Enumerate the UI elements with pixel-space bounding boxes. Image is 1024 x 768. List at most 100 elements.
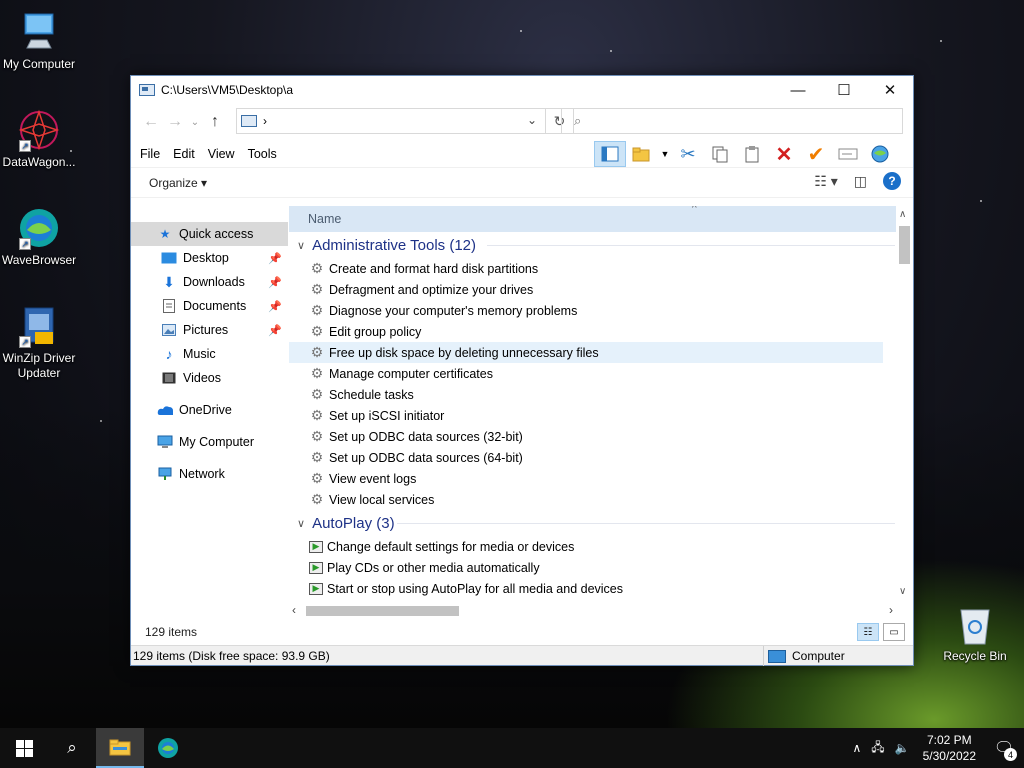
nav-item-network[interactable]: Network [131, 462, 288, 486]
list-item[interactable]: ⚙ Edit group policy [289, 321, 883, 342]
details-view-button[interactable]: ☷ [857, 623, 879, 641]
list-item[interactable]: ⚙ Set up ODBC data sources (32-bit) [289, 426, 883, 447]
status-text: 129 items (Disk free space: 93.9 GB) [133, 648, 330, 663]
recent-locations-chevron-icon[interactable]: ⌄ [187, 117, 203, 128]
organize-button[interactable]: Organize ▾ [149, 176, 207, 190]
cut-icon[interactable]: ✂ [672, 141, 704, 167]
menu-tools[interactable]: Tools [248, 147, 277, 161]
scroll-down-arrow-icon[interactable]: ∨ [899, 586, 906, 597]
nav-item-documents[interactable]: Documents 📌 [131, 294, 288, 318]
notification-center-button[interactable]: 🗨 4 [984, 728, 1024, 768]
nav-item-pictures[interactable]: Pictures 📌 [131, 318, 288, 342]
horizontal-scrollbar[interactable]: ‹ › [289, 603, 896, 619]
item-label: View event logs [329, 471, 417, 486]
desktop-icon-datawagon[interactable]: ↗ DataWagon... [0, 108, 78, 170]
admin-tool-gear-icon: ⚙ [310, 281, 324, 297]
vertical-scrollbar[interactable]: ∧ ∨ [896, 206, 913, 603]
group-header[interactable]: ∨ Administrative Tools (12) [289, 232, 913, 258]
chevron-down-icon[interactable]: ∨ [297, 517, 305, 530]
list-item[interactable]: ⚙ Manage computer certificates [289, 363, 883, 384]
delete-icon[interactable]: ✕ [768, 141, 800, 167]
vertical-scroll-thumb[interactable] [899, 226, 910, 264]
pin-icon[interactable]: 📌 [268, 324, 282, 337]
pin-icon[interactable]: 📌 [268, 276, 282, 289]
copy-icon[interactable] [704, 141, 736, 167]
list-item-hovered[interactable]: ⚙ Free up disk space by deleting unnecess… [289, 342, 883, 363]
desktop-icon-recycle-bin[interactable]: Recycle Bin [936, 602, 1014, 664]
maximize-button[interactable]: ☐ [821, 76, 867, 104]
view-options-icon[interactable]: ☷ ▾ [814, 173, 837, 190]
nav-item-onedrive[interactable]: OneDrive [131, 398, 288, 422]
rename-icon[interactable] [832, 141, 864, 167]
close-button[interactable]: ✕ [867, 76, 913, 104]
nav-label: Videos [183, 371, 221, 385]
search-icon[interactable]: ⌕ [48, 728, 96, 768]
group-header[interactable]: ∨ AutoPlay (3) [289, 510, 913, 536]
globe-icon[interactable] [864, 141, 896, 167]
desktop-icon-winzip-driver-updater[interactable]: ↗ WinZip Driver Updater [0, 304, 78, 381]
help-icon[interactable]: ? [883, 172, 901, 190]
chevron-down-icon[interactable]: ∨ [297, 239, 305, 252]
list-item[interactable]: ⚙ View local services [289, 489, 883, 510]
nav-item-videos[interactable]: Videos [131, 366, 288, 390]
menu-file[interactable]: File [140, 147, 160, 161]
up-arrow-icon[interactable]: ↑ [203, 113, 227, 131]
paste-icon[interactable] [736, 141, 768, 167]
address-path: › [263, 114, 267, 128]
search-input[interactable]: ⌕ [561, 108, 903, 134]
scroll-right-arrow-icon[interactable]: › [889, 603, 893, 617]
body-area: ★ Quick access Desktop 📌 ⬇ Downloads 📌 D… [131, 206, 913, 619]
list-item[interactable]: ⚙ Set up iSCSI initiator [289, 405, 883, 426]
horizontal-scroll-thumb[interactable] [306, 606, 459, 616]
clock[interactable]: 7:02 PM 5/30/2022 [915, 732, 984, 764]
volume-icon[interactable]: 🔈 [890, 741, 915, 755]
desktop-icon-wavebrowser[interactable]: ↗ WaveBrowser [0, 206, 78, 268]
properties-check-icon[interactable]: ✔ [800, 141, 832, 167]
list-item[interactable]: ⚙ Diagnose your computer's memory problem… [289, 300, 883, 321]
network-icon[interactable]: 🖧 [866, 738, 889, 759]
item-count: 129 items [145, 625, 198, 639]
chevron-up-icon[interactable]: ∧ [847, 741, 866, 755]
minimize-button[interactable]: — [775, 76, 821, 104]
nav-item-desktop[interactable]: Desktop 📌 [131, 246, 288, 270]
list-item[interactable]: ▶ Change default settings for media or de… [289, 536, 883, 557]
address-bar[interactable]: › ⌄ [236, 108, 546, 134]
list-item[interactable]: ⚙ View event logs [289, 468, 883, 489]
nav-item-quick-access[interactable]: ★ Quick access [131, 222, 288, 246]
nav-label: Downloads [183, 275, 245, 289]
menu-edit[interactable]: Edit [173, 147, 195, 161]
chevron-down-icon[interactable]: ▼ [658, 141, 672, 167]
onedrive-cloud-icon [157, 403, 173, 417]
taskbar-file-explorer[interactable] [96, 728, 144, 768]
nav-item-my-computer[interactable]: My Computer [131, 430, 288, 454]
item-label: Defragment and optimize your drives [329, 282, 534, 297]
autoplay-icon: ▶ [309, 561, 323, 574]
large-icons-view-button[interactable]: ▭ [883, 623, 905, 641]
pin-icon[interactable]: 📌 [268, 252, 282, 265]
list-item[interactable]: ⚙ Set up ODBC data sources (64-bit) [289, 447, 883, 468]
preview-pane-button[interactable] [594, 141, 626, 167]
nav-label: My Computer [179, 435, 255, 449]
nav-item-downloads[interactable]: ⬇ Downloads 📌 [131, 270, 288, 294]
back-arrow-icon[interactable]: ← [139, 113, 163, 131]
list-item[interactable]: ▶ Start or stop using AutoPlay for all me… [289, 578, 883, 599]
pin-icon[interactable]: 📌 [268, 300, 282, 313]
scroll-left-arrow-icon[interactable]: ‹ [292, 603, 296, 617]
nav-item-music[interactable]: ♪ Music [131, 342, 288, 366]
menu-view[interactable]: View [208, 147, 235, 161]
list-item[interactable]: ⚙ Schedule tasks [289, 384, 883, 405]
desktop-icon-my-computer[interactable]: My Computer [0, 10, 78, 72]
column-header-name[interactable]: Name ^ [289, 206, 897, 232]
scroll-up-arrow-icon[interactable]: ∧ [899, 209, 906, 220]
new-folder-button[interactable] [626, 141, 658, 167]
chevron-down-icon[interactable]: ⌄ [527, 113, 537, 127]
list-item[interactable]: ⚙ Create and format hard disk partitions [289, 258, 883, 279]
navigation-pane: ★ Quick access Desktop 📌 ⬇ Downloads 📌 D… [131, 222, 288, 619]
forward-arrow-icon[interactable]: → [163, 113, 187, 131]
preview-pane-icon[interactable]: ◫ [854, 173, 867, 190]
title-bar[interactable]: C:\Users\VM5\Desktop\a — ☐ ✕ [131, 76, 913, 104]
taskbar-wavebrowser[interactable] [144, 728, 192, 768]
list-item[interactable]: ▶ Play CDs or other media automatically [289, 557, 883, 578]
list-item[interactable]: ⚙ Defragment and optimize your drives [289, 279, 883, 300]
start-button[interactable] [0, 728, 48, 768]
